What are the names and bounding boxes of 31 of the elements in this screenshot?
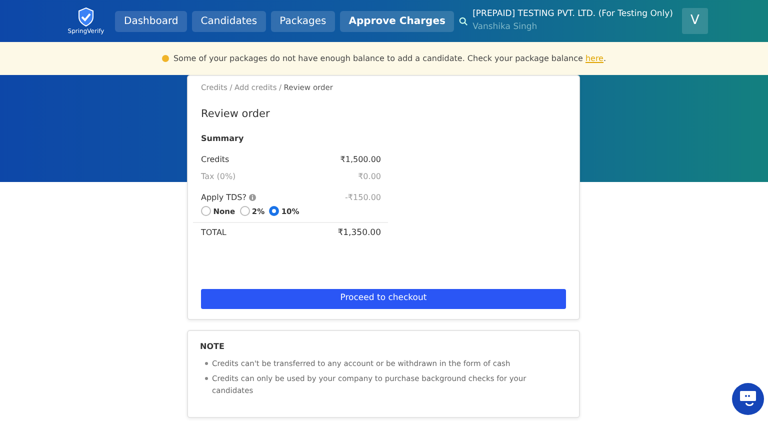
radio-button[interactable]: [201, 206, 211, 216]
nav-tab[interactable]: Dashboard: [115, 10, 188, 32]
bullet-icon: [204, 362, 208, 364]
nav-tab[interactable]: Approve Charges: [340, 10, 454, 32]
search-icon[interactable]: [459, 16, 468, 26]
warning-dot-icon: [162, 55, 169, 62]
chat-button[interactable]: [732, 383, 764, 415]
note-heading: NOTE: [200, 341, 226, 353]
bullet-icon: [204, 377, 208, 380]
nav-tab[interactable]: Packages: [270, 10, 336, 32]
page-title: Review order: [201, 107, 271, 122]
section-heading: Summary: [201, 133, 245, 145]
checkout-button[interactable]: Proceed to checkout: [201, 288, 566, 308]
line-label: Tax (0%): [201, 170, 236, 182]
line-label: Credits: [201, 154, 230, 166]
radio-button[interactable]: [240, 206, 250, 216]
user-name: Vanshika Singh: [472, 21, 538, 34]
line-value: ₹1,500.00: [340, 154, 381, 166]
chat-icon: [738, 390, 758, 408]
total-label: TOTAL: [201, 227, 226, 239]
avatar[interactable]: V: [682, 8, 708, 34]
shield-check-icon: [77, 6, 95, 26]
tds-label: Apply TDS?: [201, 192, 246, 204]
company-name: [PREPAID] TESTING PVT. LTD. (For Testing Only): [472, 8, 673, 21]
radio-button[interactable]: [269, 206, 280, 216]
total-value: ₹1,350.00: [338, 227, 381, 240]
info-icon[interactable]: [248, 194, 256, 201]
alert-message: Some of your packages do not have enough balance to add a candidate. Check your package balance here.: [173, 52, 606, 64]
line-value: ₹0.00: [358, 170, 381, 182]
nav-tab[interactable]: Candidates: [192, 10, 266, 32]
tds-amount: -₹150.00: [345, 192, 381, 204]
